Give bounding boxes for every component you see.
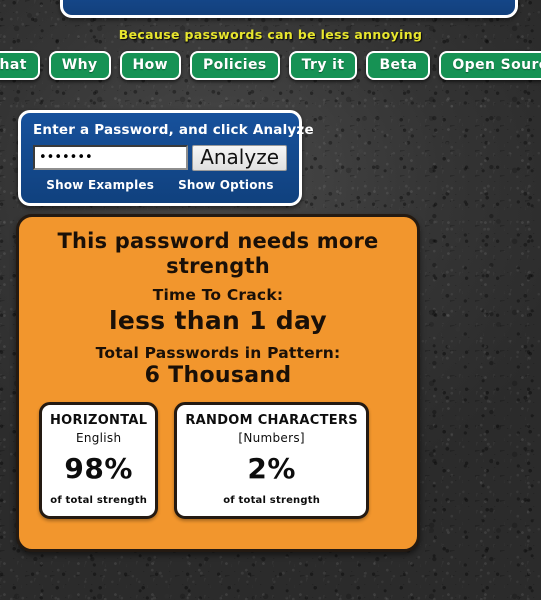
entry-prompt-label: Enter a Password, and click Analyze bbox=[33, 122, 314, 138]
brand-banner: Do Passwords Better bbox=[60, 0, 518, 18]
card-percent: 98% bbox=[64, 451, 133, 485]
card-title: HORIZONTAL bbox=[50, 412, 148, 428]
card-subtitle: [Numbers] bbox=[238, 430, 305, 445]
entry-links-row: Show Examples Show Options bbox=[33, 178, 287, 192]
page-root: Do Passwords Better Because passwords ca… bbox=[0, 0, 541, 600]
card-subtitle: English bbox=[75, 430, 122, 445]
time-to-crack-value: less than 1 day bbox=[108, 305, 327, 335]
card-footer: of total strength bbox=[50, 494, 148, 506]
total-passwords-value: 6 Thousand bbox=[144, 362, 292, 388]
password-entry-panel: Enter a Password, and click Analyze Anal… bbox=[18, 110, 314, 206]
nav-item-try-it[interactable]: Try it bbox=[288, 51, 358, 81]
nav-item-policies[interactable]: Policies bbox=[190, 51, 280, 81]
show-options-link[interactable]: Show Options bbox=[178, 178, 274, 192]
main-navigation: What Why How Policies Try it Beta Open S… bbox=[0, 51, 541, 81]
nav-item-why[interactable]: Why bbox=[48, 51, 111, 81]
nav-item-what[interactable]: What bbox=[0, 51, 40, 81]
nav-item-how[interactable]: How bbox=[119, 51, 182, 81]
card-footer: of total strength bbox=[223, 494, 321, 506]
password-input[interactable] bbox=[33, 145, 189, 170]
card-title: RANDOM CHARACTERS bbox=[185, 412, 358, 428]
site-tagline: Because passwords can be less annoying bbox=[118, 27, 423, 42]
strength-verdict: This password needs more strength bbox=[57, 229, 379, 278]
show-examples-link[interactable]: Show Examples bbox=[46, 178, 154, 192]
analyze-button[interactable]: Analyze bbox=[192, 145, 287, 171]
analysis-result-panel: This password needs more strength Time T… bbox=[16, 214, 420, 552]
strength-breakdown-cards: HORIZONTAL English 98% of total strength… bbox=[33, 401, 403, 519]
strength-card-random-characters: RANDOM CHARACTERS [Numbers] 2% of total … bbox=[174, 401, 369, 519]
total-passwords-label: Total Passwords in Pattern: bbox=[95, 343, 341, 362]
time-to-crack-label: Time To Crack: bbox=[152, 285, 284, 304]
nav-item-open-source[interactable]: Open Source bbox=[439, 51, 541, 81]
card-percent: 2% bbox=[247, 451, 296, 485]
entry-input-row: Analyze bbox=[33, 145, 287, 171]
strength-card-horizontal: HORIZONTAL English 98% of total strength bbox=[39, 401, 159, 519]
nav-item-beta[interactable]: Beta bbox=[366, 51, 431, 81]
